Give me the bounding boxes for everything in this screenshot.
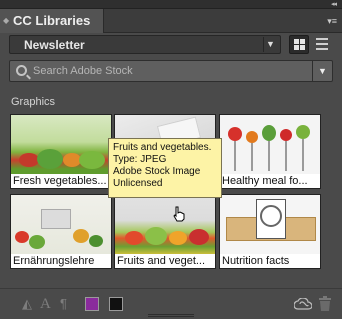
- grid-view-icon-part: [300, 39, 305, 44]
- panel-title: CC Libraries: [13, 13, 91, 28]
- list-view-icon-part: [316, 43, 328, 45]
- fruit-shape: [145, 227, 167, 245]
- panel-tab-cc-libraries[interactable]: ◆ CC Libraries: [0, 9, 104, 33]
- graphic-thumbnail: [115, 195, 215, 255]
- creative-cloud-icon[interactable]: [294, 298, 312, 310]
- graphic-tooltip: Fruits and vegetables. Type: JPEG Adobe …: [108, 138, 222, 198]
- library-dropdown[interactable]: Newsletter ▼: [9, 35, 281, 54]
- food-shape: [29, 235, 45, 249]
- vegetable-shape: [19, 153, 39, 167]
- graphic-label: Ernährungslehre: [11, 254, 111, 268]
- food-shape: [15, 231, 29, 243]
- fork-shape: [234, 141, 236, 171]
- graphic-item[interactable]: Fruits and veget...: [114, 194, 216, 269]
- food-shape: [296, 125, 310, 139]
- stroke-color-swatch[interactable]: [109, 297, 123, 311]
- trash-icon[interactable]: [319, 296, 331, 311]
- panel-top-bar: ◂◂: [0, 0, 342, 9]
- grid-view-icon: [294, 39, 299, 44]
- panel-menu-icon[interactable]: ▾≡: [327, 16, 337, 26]
- list-view-icon: [316, 38, 328, 40]
- fork-shape: [285, 141, 287, 171]
- grid-view-button[interactable]: [289, 35, 309, 54]
- search-placeholder: Search Adobe Stock: [33, 65, 133, 77]
- food-shape: [228, 127, 242, 141]
- graphic-label: Fruits and veget...: [115, 254, 215, 268]
- tooltip-line: Adobe Stock Image: [113, 166, 201, 177]
- fruit-shape: [169, 231, 187, 245]
- list-view-icon-part: [316, 48, 328, 50]
- chevron-down-icon[interactable]: ▼: [263, 37, 277, 52]
- search-stock-field[interactable]: Search Adobe Stock ▼: [9, 60, 333, 82]
- tablet-shape: [41, 209, 71, 229]
- graphic-thumbnail: [220, 115, 320, 175]
- panel-footer: ◭ A ¶: [0, 288, 342, 319]
- graphic-item[interactable]: Nutrition facts: [219, 194, 321, 269]
- food-shape: [73, 229, 89, 243]
- paragraph-style-icon[interactable]: ¶: [60, 297, 67, 311]
- food-shape: [246, 131, 258, 143]
- graphic-item[interactable]: Ernährungslehre: [10, 194, 112, 269]
- vegetable-shape: [79, 151, 105, 169]
- tooltip-line: Fruits and vegetables.: [113, 142, 212, 153]
- fruit-shape: [189, 229, 209, 245]
- fork-shape: [268, 141, 270, 171]
- panel-header: ◆ CC Libraries ▾≡: [0, 9, 342, 33]
- character-style-icon[interactable]: A: [40, 297, 51, 312]
- fork-shape: [251, 143, 253, 171]
- library-name: Newsletter: [24, 38, 85, 52]
- graphic-item[interactable]: Healthy meal fo...: [219, 114, 321, 189]
- food-shape: [89, 235, 103, 247]
- graphic-thumbnail: [11, 195, 111, 255]
- graphic-item[interactable]: Fresh vegetables...: [10, 114, 112, 189]
- food-shape: [262, 125, 276, 141]
- magnifier-shape: [260, 205, 282, 227]
- graphic-thumbnail: [11, 115, 111, 175]
- section-title-graphics: Graphics: [11, 96, 56, 108]
- fork-shape: [302, 139, 304, 171]
- food-shape: [280, 129, 292, 141]
- search-icon: [16, 65, 27, 76]
- graphic-thumbnail: [220, 195, 320, 255]
- list-view-button[interactable]: [314, 37, 330, 51]
- fill-color-swatch[interactable]: [85, 297, 99, 311]
- grid-view-icon-part: [294, 45, 299, 50]
- tooltip-line: Unlicensed: [113, 178, 163, 189]
- grid-view-icon-part: [300, 45, 305, 50]
- fruit-shape: [125, 231, 143, 245]
- resize-handle[interactable]: [148, 314, 194, 317]
- collapse-icon[interactable]: ◂◂: [331, 0, 337, 9]
- graphic-label: Healthy meal fo...: [220, 174, 320, 188]
- tab-grip-icon[interactable]: ◆: [3, 16, 9, 26]
- paint-bucket-icon[interactable]: ◭: [22, 297, 32, 311]
- graphic-label: Nutrition facts: [220, 254, 320, 268]
- vegetable-shape: [37, 149, 63, 169]
- graphic-label: Fresh vegetables...: [11, 174, 111, 188]
- hand-cursor-icon: [173, 206, 185, 222]
- search-dropdown-icon[interactable]: ▼: [312, 61, 332, 81]
- tooltip-line: Type: JPEG: [113, 154, 167, 165]
